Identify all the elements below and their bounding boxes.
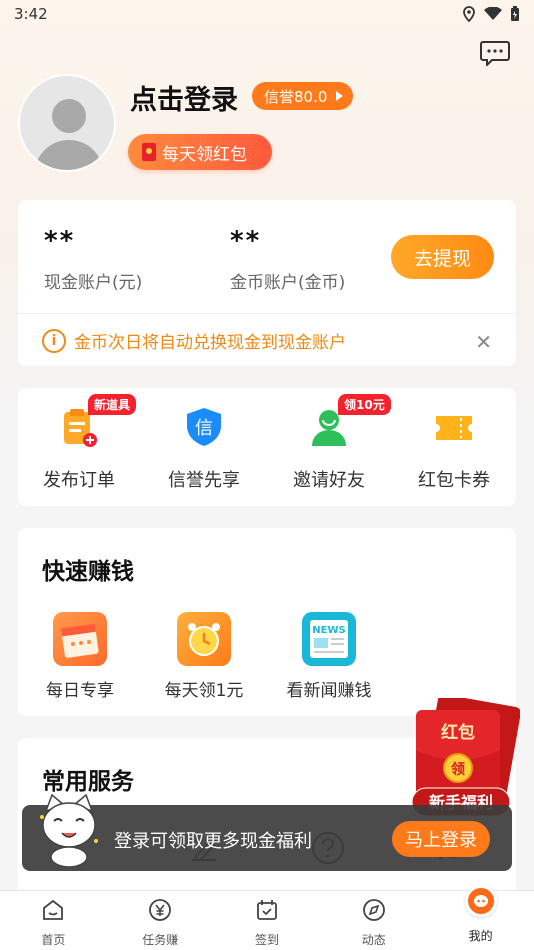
nav-label: 首页 (41, 933, 66, 947)
close-icon[interactable]: ✕ (475, 330, 492, 354)
login-toast-text: 登录可领取更多现金福利 (114, 831, 312, 852)
gold-account-label[interactable]: 金币账户(金币) (230, 268, 345, 293)
exchange-notice: i 金币次日将自动兑换现金到现金账户 (42, 328, 346, 353)
location-icon (463, 6, 475, 22)
yen-icon (149, 899, 172, 921)
gold-account-value[interactable]: ** (230, 226, 261, 256)
exchange-notice-text: 金币次日将自动兑换现金到现金账户 (74, 333, 346, 353)
avatar[interactable] (18, 74, 116, 172)
daily-red-packet-label: 每天领红包 (162, 144, 247, 165)
nav-home[interactable]: 首页 (0, 891, 107, 950)
credit-badge-label: 信誉80.0 (264, 87, 328, 106)
tool-credit-enjoy[interactable]: 信 信誉先享 (149, 406, 259, 492)
default-avatar-icon (20, 76, 114, 170)
nav-tasks[interactable]: 任务赚 (107, 891, 214, 950)
login-link[interactable]: 点击登录 (130, 78, 238, 117)
tool-label: 红包卡券 (418, 470, 490, 491)
quick-item-label: 看新闻赚钱 (286, 681, 372, 701)
svg-text:NEWS: NEWS (312, 625, 345, 636)
calendar-gift-icon (53, 612, 107, 666)
withdraw-button[interactable]: 去提现 (391, 235, 494, 279)
tool-label: 邀请好友 (293, 470, 365, 491)
mine-icon (464, 885, 497, 917)
account-card: ** 现金账户(元) ** 金币账户(金币) 去提现 i 金币次日将自动兑换现金… (18, 200, 516, 366)
cash-account-label[interactable]: 现金账户(元) (44, 268, 142, 293)
status-time: 3:42 (14, 5, 48, 23)
red-packet-icon: 红包 领 新手福利 (411, 694, 521, 817)
message-icon[interactable] (480, 40, 510, 66)
tool-publish-order[interactable]: 新道具 发布订单 (24, 394, 137, 492)
daily-red-packet-button[interactable]: 每天领红包 (128, 134, 272, 170)
calendar-check-icon (257, 900, 277, 920)
nav-feed[interactable]: 动态 (320, 891, 427, 950)
tool-label: 发布订单 (43, 470, 115, 491)
login-toast: 登录可领取更多现金福利 马上登录 (22, 793, 512, 871)
coupon-icon (433, 406, 475, 448)
quick-item-label: 每日专享 (46, 681, 114, 701)
red-packet-icon (142, 143, 156, 161)
quick-item-daily-exclusive[interactable]: 每日专享 (20, 612, 140, 701)
news-icon: NEWS (302, 612, 356, 666)
newbie-red-packet[interactable]: 红包 领 新手福利 (410, 694, 521, 822)
compass-icon (362, 899, 385, 921)
quick-earn-title: 快速赚钱 (42, 559, 134, 585)
credit-shield-icon: 信 (183, 406, 225, 448)
bottom-nav: 首页 任务赚 签到 动态 我的 (0, 885, 534, 950)
tool-tag-new: 新道具 (88, 394, 137, 415)
nav-label: 任务赚 (142, 933, 179, 947)
svg-text:信: 信 (195, 418, 213, 439)
red-packet-title: 红包 (441, 722, 475, 743)
tool-invite-friends[interactable]: 领10元 邀请好友 (274, 394, 391, 492)
battery-icon (511, 6, 519, 21)
nav-checkin[interactable]: 签到 (214, 891, 321, 950)
alarm-clock-icon (177, 612, 231, 666)
order-icon: 新道具 (58, 394, 137, 448)
cash-account-value[interactable]: ** (44, 226, 75, 256)
home-icon (43, 899, 64, 920)
tool-label: 信誉先享 (168, 470, 240, 491)
chevron-right-icon (336, 91, 344, 101)
quick-earn-card: 快速赚钱 每日专享 每天领1元 NEWS 看新闻赚钱 (18, 528, 516, 716)
nav-label: 签到 (254, 933, 279, 947)
tools-card: 新道具 发布订单 信 信誉先享 领10元 邀请好友 红包卡券 (18, 388, 516, 506)
quick-item-daily-one-yuan[interactable]: 每天领1元 (144, 612, 264, 701)
quick-item-label: 每天领1元 (164, 681, 244, 701)
login-now-button[interactable]: 马上登录 (392, 821, 490, 857)
status-bar: 3:42 (0, 0, 534, 28)
credit-badge[interactable]: 信誉80.0 (252, 82, 354, 110)
quick-item-news-earn[interactable]: NEWS 看新闻赚钱 (269, 612, 389, 701)
wifi-icon (484, 7, 502, 20)
info-icon: i (42, 328, 66, 353)
divider (18, 313, 516, 314)
invite-user-icon: 领10元 (308, 394, 391, 448)
tool-red-packet-coupons[interactable]: 红包卡券 (399, 406, 509, 492)
nav-mine[interactable]: 我的 (427, 885, 534, 950)
nav-label: 动态 (361, 933, 386, 947)
red-packet-coin-text: 领 (451, 761, 465, 778)
nav-label: 我的 (468, 929, 493, 943)
cat-mascot-icon (40, 793, 98, 867)
tool-tag-bonus: 领10元 (338, 394, 391, 415)
